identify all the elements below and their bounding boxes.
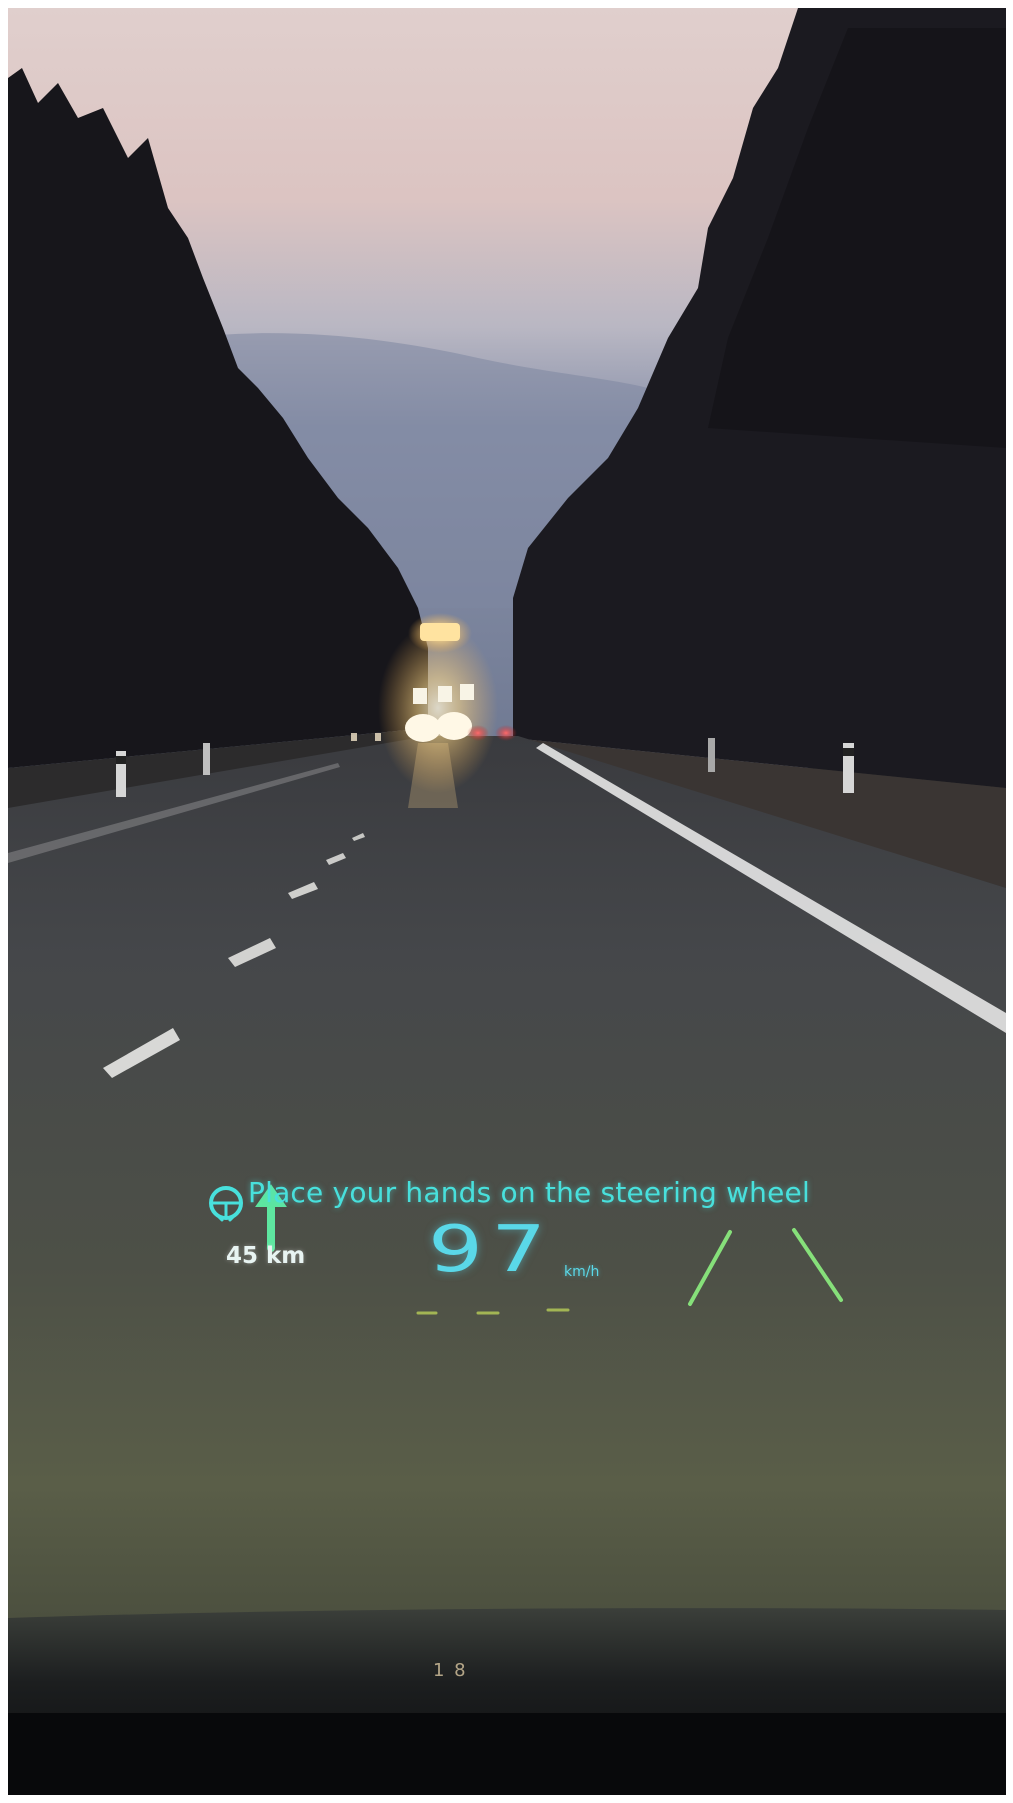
distant-light — [351, 733, 357, 741]
streetlight — [420, 623, 460, 641]
photo-frame: Place your hands on the steering wheel 4… — [8, 8, 1006, 1795]
truck-light — [460, 684, 474, 700]
roadside-post — [708, 738, 715, 772]
dashboard-bottom — [8, 1713, 1006, 1795]
road — [8, 736, 1006, 1618]
roadside-post — [116, 756, 126, 764]
road-scene — [8, 8, 1006, 1795]
roadside-post — [203, 743, 210, 775]
truck-light — [438, 686, 452, 702]
taillight — [495, 725, 517, 741]
distant-light — [375, 733, 381, 741]
taillight — [467, 725, 489, 741]
headlight — [436, 712, 472, 740]
roadside-post — [843, 748, 854, 756]
headlight — [405, 714, 441, 742]
truck-light — [413, 688, 427, 704]
